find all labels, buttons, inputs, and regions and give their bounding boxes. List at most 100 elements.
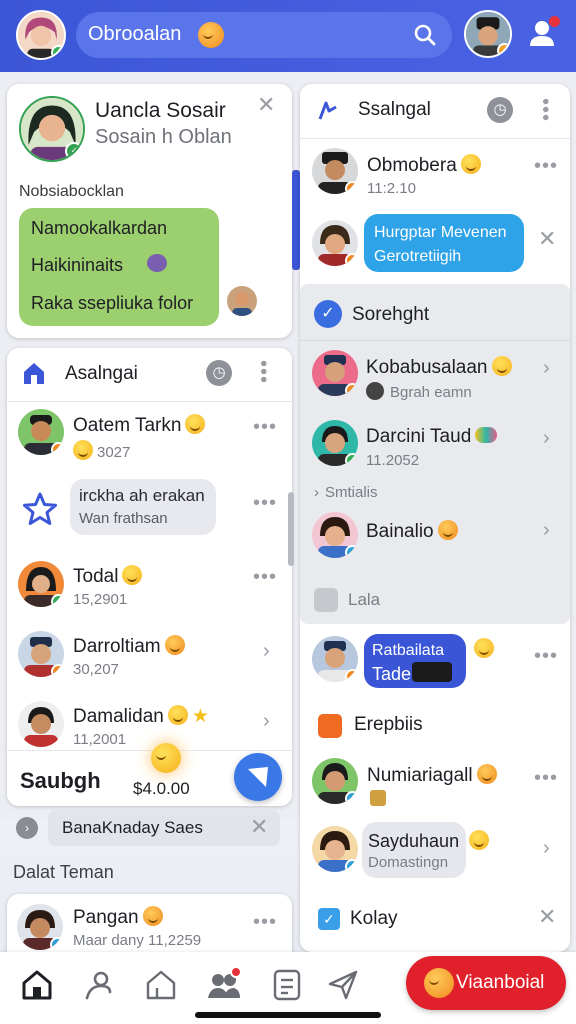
user-avatar[interactable]: ✓ (16, 10, 66, 60)
contact-avatar (18, 701, 64, 747)
dancers-sticker-icon (412, 662, 452, 682)
contact-meta: 11.2052 (366, 452, 420, 469)
history-icon[interactable]: ◷ (206, 360, 232, 386)
chart-icon (314, 588, 338, 612)
online-badge-icon: ✓ (51, 45, 64, 58)
channel-icon (315, 97, 341, 123)
party-emoji-icon (475, 427, 498, 443)
chevron-right-icon[interactable]: › (543, 428, 550, 448)
contact-avatar[interactable] (464, 10, 512, 58)
contact-avatar (312, 826, 358, 872)
footer-label: Saubgh (20, 768, 101, 793)
message-line-2: Gerotretiigih (374, 248, 462, 265)
history-icon[interactable]: ◷ (487, 97, 513, 123)
status-badge-icon (345, 383, 358, 396)
more-icon[interactable]: ••• (253, 417, 277, 437)
list-item[interactable]: ✓ Darcini Taud 11.2052 › (300, 414, 570, 478)
status-badge-icon (51, 442, 64, 455)
search-icon[interactable] (414, 24, 436, 46)
contact-name: Darroltiam (73, 636, 161, 657)
scroll-accent (292, 170, 300, 270)
smile-emoji-icon (73, 440, 93, 460)
list-item[interactable]: Hurgptar Mevenen Gerotretiigih ✕ (300, 208, 570, 284)
close-icon[interactable]: ✕ (538, 228, 556, 250)
list-item[interactable]: Oatem Tarkn 3027 ••• (7, 401, 292, 471)
chevron-right-icon[interactable]: › (543, 838, 550, 858)
contact-meta: 11,2001 (73, 731, 127, 748)
star-emoji-icon: ★ (191, 706, 209, 727)
contact-name: Pangan (73, 907, 139, 928)
chevron-right-icon[interactable]: › (263, 641, 270, 661)
notification-dot-icon (230, 966, 242, 978)
contacts-panel: Asalngai ◷ ••• Oatem Tarkn 3027 ••• irck… (7, 348, 292, 806)
status-badge-icon (345, 791, 358, 804)
more-icon[interactable]: ••• (534, 646, 558, 666)
smile-emoji-icon (491, 356, 512, 376)
mini-avatar-icon (366, 382, 384, 400)
chat-sender-avatar[interactable] (227, 286, 257, 316)
list-item[interactable]: Kobabusalaan Bgrah eamn › (300, 344, 570, 414)
more-icon[interactable]: ••• (534, 156, 558, 176)
grape-emoji-icon (147, 254, 167, 272)
channel-panel: Ssalngal ◷ ••• Obmobera 11:2.10 ••• Hurg… (300, 84, 570, 952)
contact-name: Sayduhaun (368, 831, 460, 851)
more-icon[interactable]: ••• (534, 98, 556, 122)
send-nav-icon[interactable] (326, 968, 360, 1002)
more-icon[interactable]: ••• (252, 360, 274, 384)
subsection-text: Smtialis (325, 484, 378, 501)
highlight-group: ✓ Sorehght Kobabusalaan Bgrah eamn › ✓ D… (300, 284, 570, 624)
status-badge-icon (50, 937, 63, 950)
more-icon[interactable]: ••• (253, 493, 277, 513)
building-nav-icon[interactable] (144, 968, 178, 1002)
home-icon (24, 363, 44, 384)
contact-avatar (18, 631, 64, 677)
list-nav-icon[interactable] (272, 968, 302, 1002)
contact-avatar (312, 636, 358, 682)
close-icon[interactable]: ✕ (538, 906, 556, 928)
list-item[interactable]: Numiariagall ••• (300, 752, 570, 818)
bottom-nav: Viaanboial (0, 952, 576, 1024)
contact-name: Todal (73, 566, 119, 587)
notice-text: BanaKnaday Saes (62, 818, 203, 837)
profile-avatar[interactable]: ✓ (19, 96, 85, 162)
notice-bar[interactable]: › BanaKnaday Saes ✕ (14, 810, 280, 846)
search-input[interactable]: Obrooalan (88, 23, 181, 46)
smile-emoji-icon (469, 830, 490, 850)
profile-nav-icon[interactable] (82, 968, 116, 1002)
list-item[interactable]: Bainalio › (300, 506, 570, 566)
close-icon[interactable]: ✕ (250, 816, 268, 838)
profile-card: ✓ Uancla Sosair Sosain h Oblan ✕ Nobsiab… (7, 84, 292, 338)
group-title: Sorehght (352, 304, 430, 325)
footer-price: $4.0.00 (133, 779, 190, 798)
close-icon[interactable]: ✕ (257, 94, 275, 116)
lala-label: Lala (348, 590, 381, 609)
checkbox-icon[interactable]: ✓ (318, 908, 340, 930)
list-item[interactable]: Damalidan ★ 11,2001 › (7, 691, 292, 751)
section-row[interactable]: Erepbiis (300, 706, 570, 750)
contact-avatar (312, 350, 358, 396)
groups-nav-icon[interactable] (206, 966, 242, 1002)
list-item[interactable]: Ratbailata Tade ••• (300, 628, 570, 706)
status-badge-icon (497, 43, 510, 56)
verified-badge-icon: ✓ (65, 142, 83, 160)
chevron-right-icon[interactable]: › (543, 358, 550, 378)
home-nav-icon[interactable] (20, 968, 54, 1002)
compose-button[interactable] (234, 753, 282, 801)
more-icon[interactable]: ••• (253, 567, 277, 587)
panel-footer: Saubgh $4.0.00 (7, 743, 292, 806)
checkbox-row[interactable]: ✓ Kolay ✕ (300, 900, 570, 944)
cta-button[interactable]: Viaanboial (406, 956, 566, 1010)
message-line-1: Hurgptar Mevenen (374, 224, 507, 241)
list-item[interactable]: irckha ah erakan Wan frathsan ••• (7, 471, 292, 551)
more-icon[interactable]: ••• (534, 768, 558, 788)
search-bar[interactable]: Obrooalan (76, 12, 452, 58)
list-item[interactable]: Obmobera 11:2.10 ••• (300, 138, 570, 208)
more-icon[interactable]: ••• (253, 912, 277, 932)
list-item[interactable]: ✓ Todal 15,2901 ••• (7, 551, 292, 621)
people-icon[interactable] (526, 16, 560, 50)
chevron-right-icon[interactable]: › (263, 711, 270, 731)
chevron-right-icon[interactable]: › (543, 520, 550, 540)
list-item[interactable]: Sayduhaun Domastingn › (300, 818, 570, 894)
list-item[interactable]: Darroltiam 30,207 › (7, 621, 292, 691)
message-line-2: Wan frathsan (79, 510, 168, 527)
